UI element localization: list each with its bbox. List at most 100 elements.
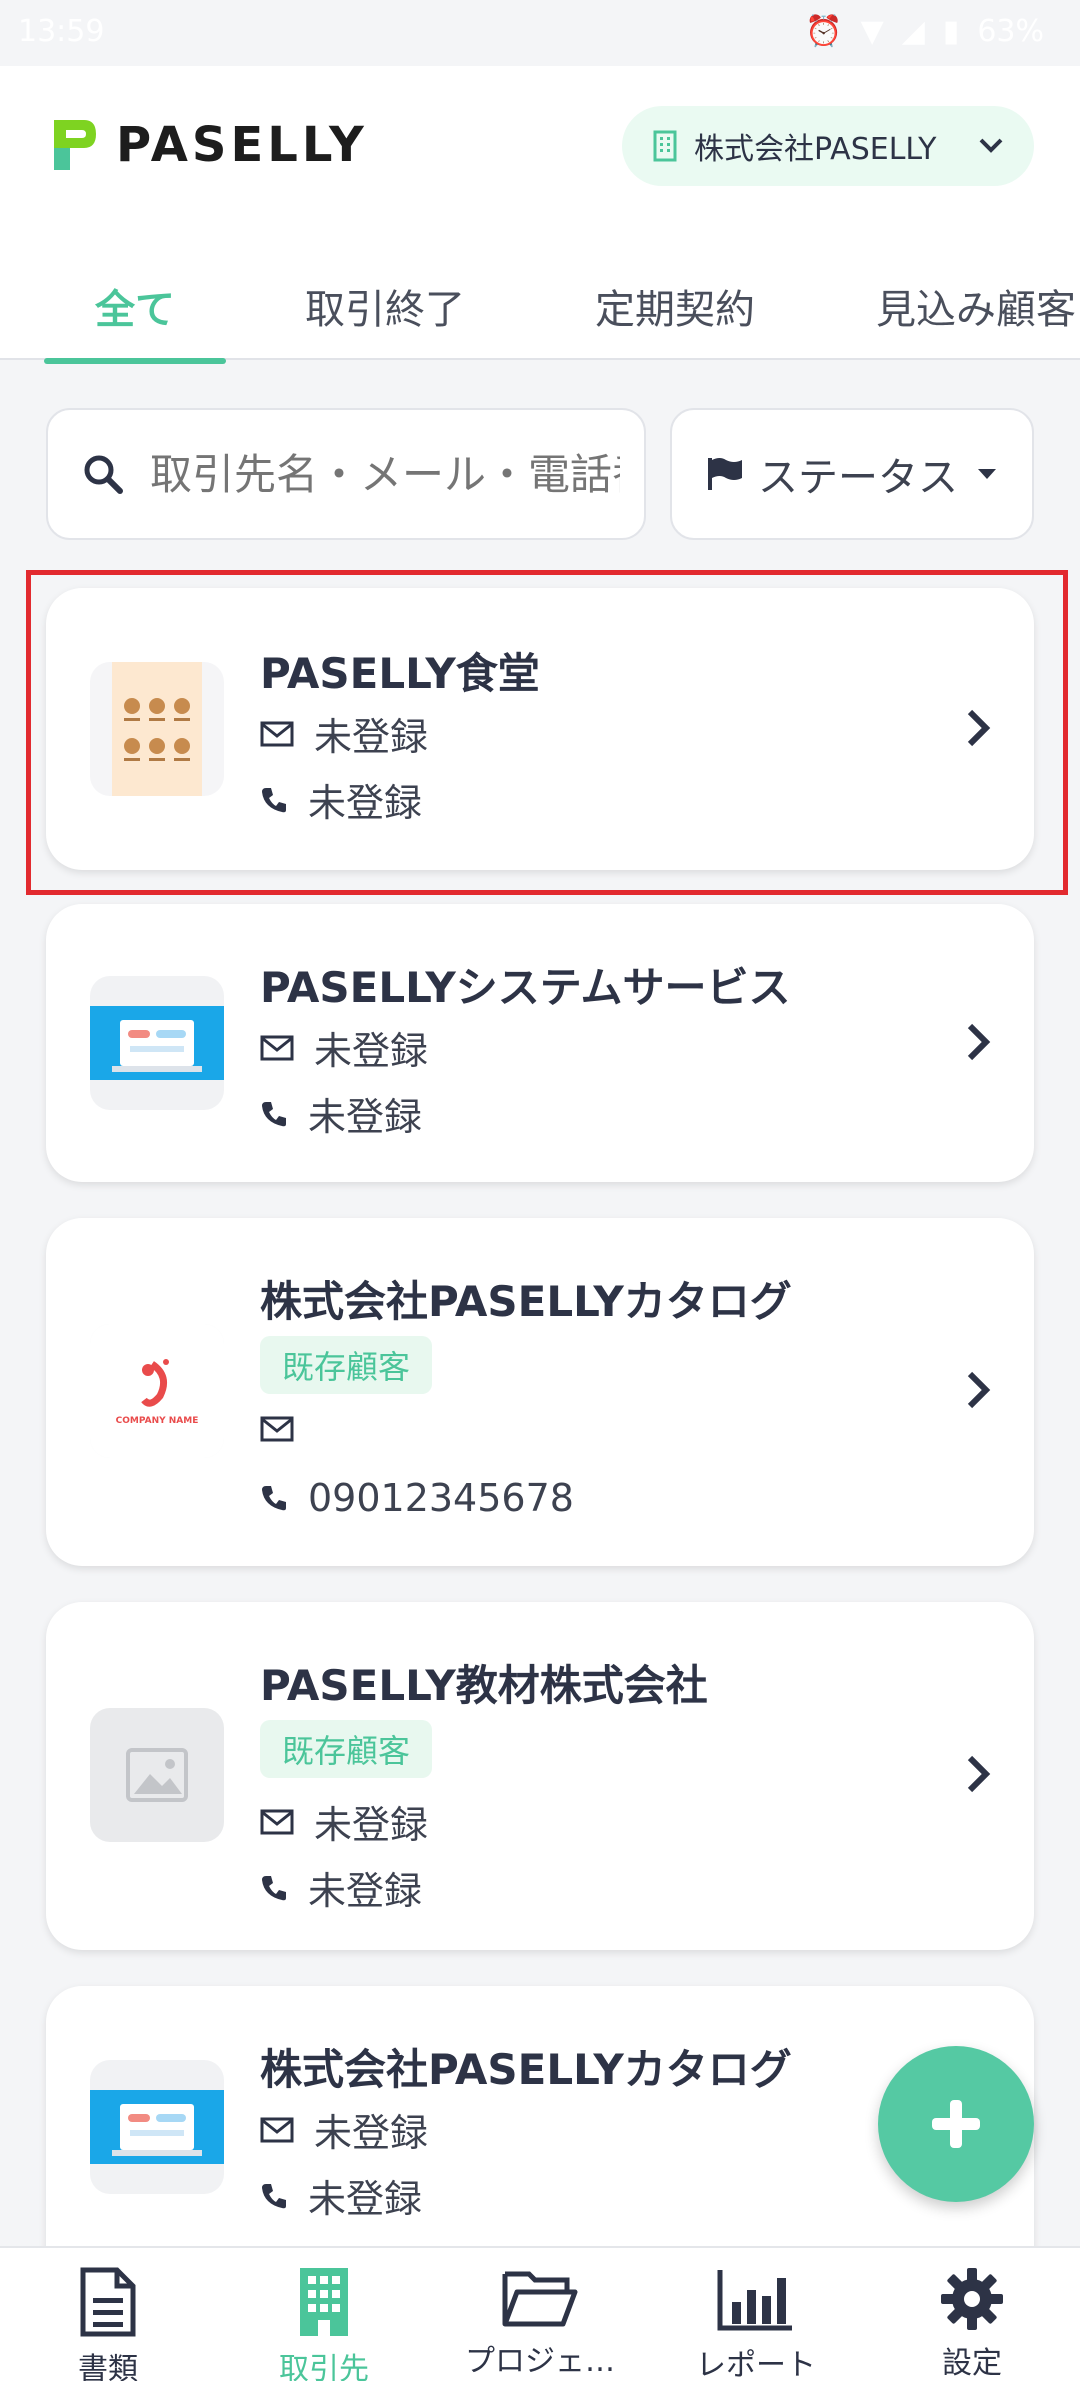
client-name: PASELLYシステムサービス xyxy=(260,963,791,1012)
client-thumbnail xyxy=(90,662,224,796)
phone-icon xyxy=(262,1875,286,1900)
client-email-row: 未登録 xyxy=(260,2102,428,2157)
nav-documents[interactable]: 書類 xyxy=(0,2266,216,2381)
client-phone-row: 未登録 xyxy=(260,1086,422,1141)
plus-icon xyxy=(932,2100,980,2148)
building-icon xyxy=(300,2268,348,2336)
client-phone: 未登録 xyxy=(308,1095,423,1139)
client-thumbnail xyxy=(90,976,224,1110)
search-box[interactable] xyxy=(46,408,646,540)
status-badge: 既存顧客 xyxy=(260,1336,433,1394)
nav-documents-label: 書類 xyxy=(78,2352,138,2381)
placeholder-image xyxy=(126,1748,188,1802)
battery-level: 63% xyxy=(977,14,1044,49)
client-card[interactable]: PASELLY食堂 未登録 未登録 xyxy=(46,588,1034,870)
client-email-row xyxy=(260,1416,314,1442)
client-card[interactable]: PASELLYシステムサービス 未登録 未登録 xyxy=(46,904,1034,1182)
gear-icon xyxy=(941,2268,1003,2330)
phone-icon xyxy=(262,787,286,812)
nav-settings-label: 設定 xyxy=(942,2346,1002,2381)
wifi-icon: ▼ xyxy=(860,14,884,49)
document-icon xyxy=(80,2267,136,2337)
client-thumbnail: COMPANY NAME xyxy=(90,1324,224,1458)
folder-icon xyxy=(502,2271,578,2327)
logo-caption: COMPANY NAME xyxy=(115,1416,199,1426)
search-input[interactable] xyxy=(150,449,620,499)
flag-icon xyxy=(708,458,742,490)
client-phone: 未登録 xyxy=(308,2177,423,2221)
client-phone-row: 未登録 xyxy=(260,2168,422,2223)
add-client-button[interactable] xyxy=(878,2046,1034,2202)
status-badge: 既存顧客 xyxy=(260,1720,433,1778)
laptop-banner-image xyxy=(90,2090,224,2164)
status-filter-button[interactable]: ステータス xyxy=(670,408,1034,540)
client-phone: 未登録 xyxy=(308,1869,423,1913)
phone-icon xyxy=(262,1486,286,1511)
search-icon xyxy=(84,455,123,494)
tab-ended[interactable]: 取引終了 xyxy=(280,252,490,360)
status-icons: ⏰ ▼ ◢ ▮ 63% xyxy=(805,14,1044,49)
battery-icon: ▮ xyxy=(942,14,960,49)
tab-all[interactable]: 全て xyxy=(44,252,226,360)
app-header: PASELLY 株式会社PASELLY 全て 取引終了 定期契約 見込み顧客 xyxy=(0,66,1080,364)
bottom-nav: 書類 取引先 プロジェ… レポート 設定 xyxy=(0,2246,1080,2381)
client-phone: 09012345678 xyxy=(308,1476,574,1520)
company-selector-label: 株式会社PASELLY xyxy=(694,132,937,167)
client-name: PASELLY食堂 xyxy=(260,649,540,698)
client-phone-row: 未登録 xyxy=(260,1860,422,1915)
chevron-down-icon xyxy=(979,138,1003,153)
alarm-icon: ⏰ xyxy=(805,14,843,49)
bar-chart-icon xyxy=(717,2270,792,2331)
chevron-right-icon xyxy=(967,709,991,747)
client-name: 株式会社PASELLYカタログ xyxy=(260,1277,792,1326)
paselly-logo-icon xyxy=(54,120,96,170)
chevron-right-icon xyxy=(967,1371,991,1409)
status-filter-label: ステータス xyxy=(758,455,958,501)
logo-text: PASELLY xyxy=(116,117,368,173)
app-logo: PASELLY xyxy=(44,114,368,176)
chevron-right-icon xyxy=(967,1023,991,1061)
phone-icon xyxy=(262,1101,286,1126)
client-email: 未登録 xyxy=(314,2111,429,2155)
client-phone-row: 09012345678 xyxy=(260,1476,574,1520)
client-email-row: 未登録 xyxy=(260,1794,428,1849)
chevron-right-icon xyxy=(967,1755,991,1793)
company-logo-image xyxy=(90,1324,224,1458)
nav-reports-label: レポート xyxy=(696,2348,816,2381)
client-email-row: 未登録 xyxy=(260,1020,428,1075)
phone-icon xyxy=(262,2183,286,2208)
nav-projects-label: プロジェ… xyxy=(465,2344,615,2379)
nav-clients[interactable]: 取引先 xyxy=(216,2266,432,2381)
client-card[interactable]: PASELLY教材株式会社 既存顧客 未登録 未登録 xyxy=(46,1602,1034,1950)
nav-projects[interactable]: プロジェ… xyxy=(432,2266,648,2380)
status-bar: 13:59 ⏰ ▼ ◢ ▮ 63% xyxy=(0,0,1080,66)
laptop-banner-image xyxy=(90,1006,224,1080)
active-tab-indicator xyxy=(44,358,226,364)
mail-icon xyxy=(260,1416,294,1442)
status-time: 13:59 xyxy=(18,14,105,49)
mail-icon xyxy=(260,721,294,746)
client-email: 未登録 xyxy=(314,1803,429,1847)
tab-bar: 全て 取引終了 定期契約 見込み顧客 xyxy=(0,252,1080,364)
nav-clients-label: 取引先 xyxy=(279,2352,369,2381)
tab-prospects[interactable]: 見込み顧客 xyxy=(876,252,1080,360)
client-card[interactable]: COMPANY NAME 株式会社PASELLYカタログ 既存顧客 090123… xyxy=(46,1218,1034,1566)
company-selector[interactable]: 株式会社PASELLY xyxy=(622,106,1034,186)
mail-icon xyxy=(260,1809,294,1834)
client-email-row: 未登録 xyxy=(260,706,428,761)
client-thumbnail xyxy=(90,1708,224,1842)
mail-icon xyxy=(260,2117,294,2142)
client-email: 未登録 xyxy=(314,1029,429,1073)
client-thumbnail xyxy=(90,2060,224,2194)
nav-reports[interactable]: レポート xyxy=(648,2266,864,2381)
client-name: PASELLY教材株式会社 xyxy=(260,1661,708,1710)
building-icon xyxy=(653,130,677,162)
caret-down-icon xyxy=(978,469,996,479)
client-email: 未登録 xyxy=(314,715,429,759)
tab-recurring[interactable]: 定期契約 xyxy=(570,252,780,360)
food-menu-image xyxy=(112,662,202,796)
client-phone-row: 未登録 xyxy=(260,772,422,827)
mail-icon xyxy=(260,1035,294,1060)
nav-settings[interactable]: 設定 xyxy=(864,2266,1080,2381)
client-phone: 未登録 xyxy=(308,781,423,825)
